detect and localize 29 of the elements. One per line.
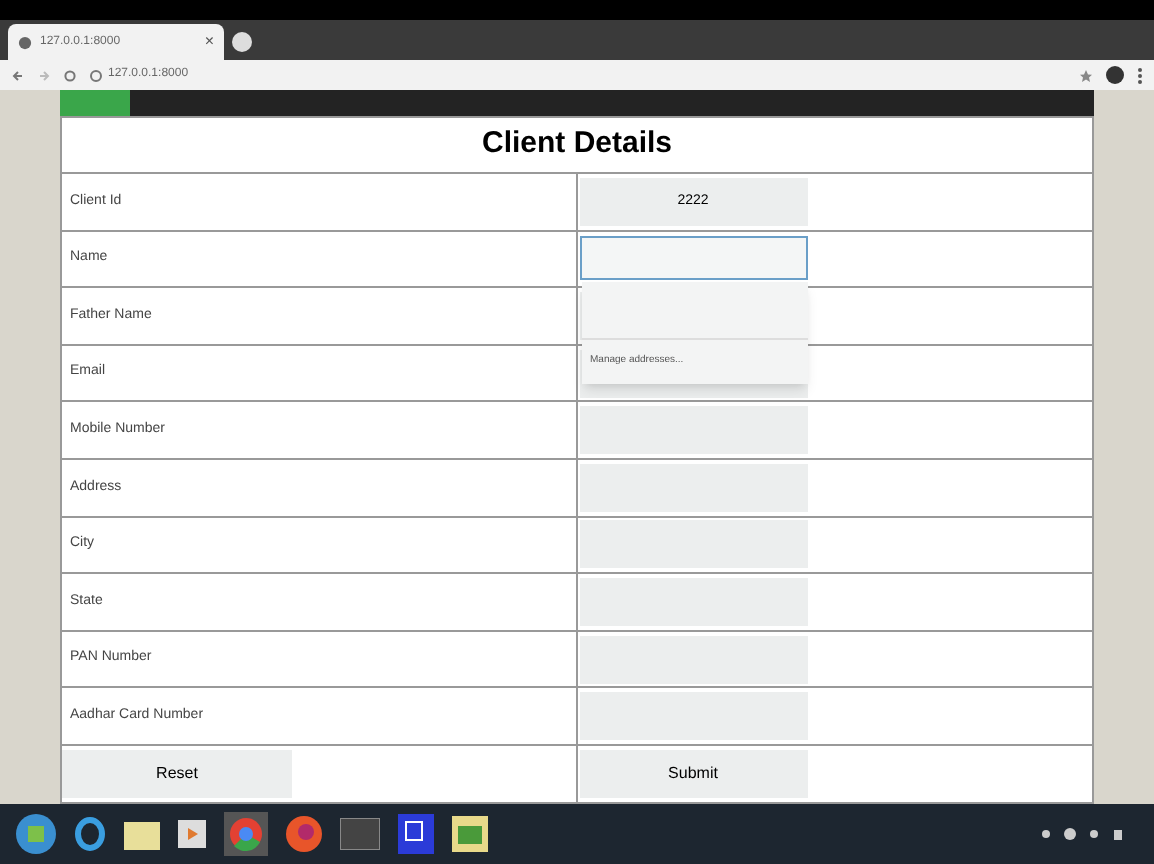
info-icon	[90, 69, 102, 81]
input-field[interactable]	[579, 236, 807, 281]
chrome-icon[interactable]	[224, 812, 268, 856]
progress-block	[60, 90, 130, 116]
input-field[interactable]	[579, 692, 807, 741]
forward-icon[interactable]	[38, 69, 50, 81]
star-icon[interactable]	[1080, 69, 1092, 81]
folder-icon[interactable]	[124, 818, 160, 850]
media-icon[interactable]	[178, 820, 206, 848]
globe-icon	[18, 35, 32, 49]
input-field[interactable]	[579, 520, 807, 569]
app-icon[interactable]	[398, 814, 434, 854]
package-icon[interactable]	[452, 816, 488, 852]
input-field[interactable]	[579, 577, 807, 626]
window-icon[interactable]	[340, 818, 380, 850]
back-icon[interactable]	[12, 69, 24, 81]
browser-e-icon[interactable]	[74, 816, 106, 852]
firefox-icon[interactable]	[286, 816, 322, 852]
profile-icon[interactable]	[1106, 66, 1124, 84]
start-button-icon[interactable]	[16, 814, 56, 854]
input-field[interactable]	[579, 406, 807, 455]
input-field[interactable]	[579, 635, 807, 684]
reload-icon[interactable]	[64, 69, 76, 81]
submit-button[interactable]: Submit	[579, 749, 807, 798]
new-tab-icon[interactable]	[232, 32, 252, 52]
form-title: Client Details	[62, 118, 1092, 174]
reset-button[interactable]: Reset	[62, 749, 292, 798]
input-field[interactable]	[579, 463, 807, 512]
close-icon[interactable]: ×	[204, 30, 214, 54]
